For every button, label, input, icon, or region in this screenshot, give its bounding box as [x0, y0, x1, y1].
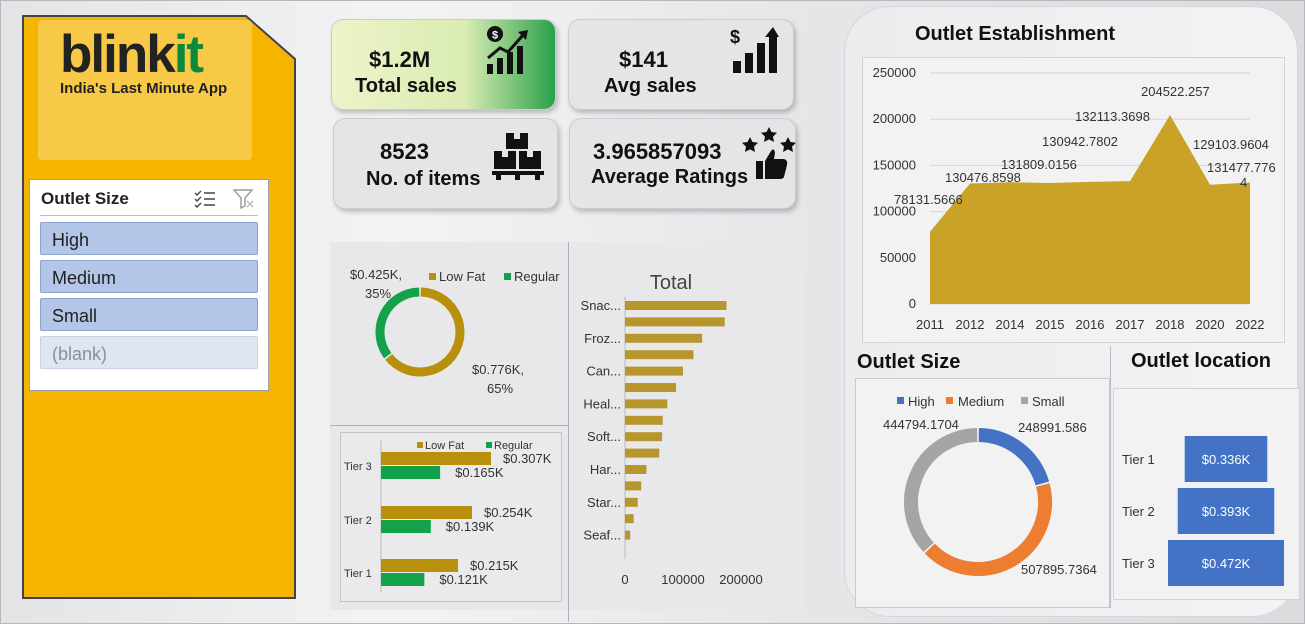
kpi-avg-sales: $141 Avg sales $	[568, 19, 794, 110]
kpi-total-sales-label: Total sales	[355, 75, 457, 97]
slicer-item-small[interactable]: Small	[40, 298, 258, 331]
kpi-ratings: 3.965857093 Average Ratings	[569, 118, 796, 209]
slicer-item-blank[interactable]: (blank)	[40, 336, 258, 369]
stars-thumbs-up-icon	[742, 127, 796, 179]
fat-content-panel	[330, 242, 570, 426]
slicer-title: Outlet Size	[41, 189, 129, 208]
svg-text:$: $	[730, 27, 740, 47]
dollar-bars-icon: $	[730, 27, 779, 73]
kpi-items: 8523 No. of items	[333, 118, 558, 209]
outlet-size-slicer[interactable]: Outlet Size High Medium Small (blank)	[29, 179, 269, 391]
outlet-size-plot-box	[855, 378, 1110, 608]
svg-text:$: $	[492, 30, 498, 42]
logo-accent-text: it	[173, 25, 204, 84]
slicer-item-medium[interactable]: Medium	[40, 260, 258, 293]
fat-by-tier-plot-area	[340, 432, 562, 602]
kpi-avg-sales-label: Avg sales	[604, 75, 697, 97]
panel-divider-horizontal	[330, 425, 568, 426]
outlet-size-title: Outlet Size	[857, 351, 961, 373]
kpi-ratings-label: Average Ratings	[591, 166, 749, 188]
kpi-total-sales: $1.2M Total sales $	[331, 19, 556, 110]
clear-filter-icon[interactable]	[232, 188, 256, 210]
brand-logo: blinkit	[60, 24, 204, 85]
brand-tagline: India's Last Minute App	[60, 80, 228, 97]
panel-divider-right	[1110, 346, 1111, 608]
boxes-pallet-icon	[492, 133, 544, 180]
slicer-item-high[interactable]: High	[40, 222, 258, 255]
kpi-items-value: 8523	[380, 139, 429, 164]
slicer-divider	[40, 215, 258, 216]
item-type-panel	[568, 242, 805, 610]
panel-divider-vertical	[568, 242, 569, 622]
kpi-total-sales-value: $1.2M	[369, 47, 431, 72]
kpi-items-label: No. of items	[366, 168, 481, 190]
establishment-title: Outlet Establishment	[915, 23, 1116, 45]
establishment-plot-box	[862, 57, 1285, 343]
outlet-location-plot-box	[1113, 388, 1300, 600]
kpi-avg-sales-value: $141	[619, 47, 668, 72]
multi-select-icon[interactable]	[193, 188, 217, 210]
outlet-location-title: Outlet location	[1131, 350, 1271, 372]
logo-main-text: blink	[60, 25, 176, 84]
kpi-ratings-value: 3.965857093	[593, 139, 722, 164]
sales-growth-icon: $	[487, 26, 528, 74]
